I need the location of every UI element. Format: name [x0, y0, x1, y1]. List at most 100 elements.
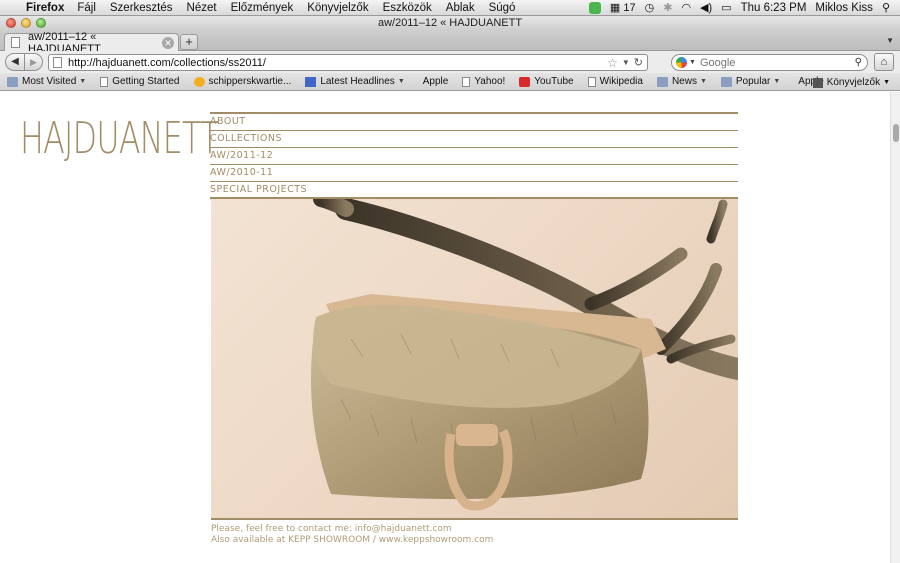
volume-icon[interactable]: ◀) [700, 1, 712, 14]
menu-app-name[interactable]: Firefox [26, 2, 64, 14]
chevron-down-icon: ▼ [397, 78, 405, 85]
menu-tools[interactable]: Eszközök [383, 2, 432, 14]
vertical-scrollbar[interactable] [890, 92, 900, 563]
back-button[interactable]: ◀ [5, 53, 25, 71]
menu-help[interactable]: Súgó [489, 2, 516, 14]
youtube-icon [519, 76, 531, 87]
bluetooth-icon[interactable]: ✱ [663, 1, 672, 14]
wifi-icon[interactable]: ◠ [681, 1, 691, 14]
page-icon [100, 76, 109, 87]
close-window-button[interactable] [6, 18, 16, 28]
menu-file[interactable]: Fájl [77, 2, 96, 14]
collection-photo [211, 199, 738, 520]
site-navigation: ABOUT COLLECTIONS AW/2011-12 AW/2010-11 … [210, 112, 738, 199]
bookmark-label: Popular [735, 76, 771, 87]
bookmark-most-visited[interactable]: Most Visited ▼ [7, 76, 86, 87]
menu-bookmarks[interactable]: Könyvjelzők [307, 2, 368, 14]
url-history-dropdown-icon[interactable]: ▼ [622, 58, 630, 67]
fur-bag-with-antler-illustration [311, 199, 738, 511]
bookmark-label: Getting Started [112, 76, 180, 87]
bookmark-schipperskwartier[interactable]: schipperskwartie... [193, 76, 291, 87]
search-engine-dropdown-icon[interactable]: ▼ [689, 59, 696, 66]
page-icon [462, 76, 471, 87]
calendar-status-icon[interactable]: ▦ 17 [610, 1, 636, 14]
calendar-date: 17 [623, 2, 636, 14]
contact-line-email[interactable]: Please, feel free to contact me: info@ha… [211, 524, 493, 535]
bookmark-news[interactable]: News ▼ [656, 76, 707, 87]
chevron-down-icon: ▼ [699, 78, 707, 85]
bookmark-wikipedia[interactable]: Wikipedia [587, 76, 643, 87]
contact-footer: Please, feel free to contact me: info@ha… [211, 524, 493, 546]
menu-window[interactable]: Ablak [446, 2, 475, 14]
bookmark-getting-started[interactable]: Getting Started [100, 76, 180, 87]
url-text[interactable]: http://hajduanett.com/collections/ss2011… [68, 57, 607, 69]
page-icon [587, 76, 596, 87]
battery-icon[interactable]: ▭ [721, 1, 731, 14]
bookmark-label: Wikipedia [599, 76, 643, 87]
chevron-down-icon: ▼ [773, 78, 781, 85]
search-bar[interactable]: ▼ ⚲ [671, 54, 868, 71]
bookmark-latest-headlines[interactable]: Latest Headlines ▼ [305, 76, 405, 87]
bookmark-popular[interactable]: Popular ▼ [720, 76, 781, 87]
bookmark-apple[interactable]: Apple [419, 76, 449, 87]
bookmarks-menu-label: Könyvjelzők [826, 77, 881, 88]
menu-clock[interactable]: Thu 6:23 PM [741, 2, 807, 14]
home-button[interactable]: ⌂ [874, 53, 894, 71]
bookmarks-toolbar: Most Visited ▼ Getting Started schippers… [0, 73, 900, 91]
bookmark-label: Apple [422, 76, 449, 87]
google-engine-icon[interactable] [676, 57, 687, 68]
contact-line-showroom[interactable]: Also available at KEPP SHOWROOM / www.ke… [211, 535, 493, 546]
window-title: aw/2011–12 « HAJDUANETT [377, 17, 523, 29]
folder-icon [656, 76, 668, 87]
new-tab-button[interactable]: + [180, 34, 198, 50]
mac-menu-bar: Firefox Fájl Szerkesztés Nézet Előzménye… [0, 0, 900, 16]
nav-link-collections[interactable]: COLLECTIONS [210, 131, 738, 148]
bookmark-label: Latest Headlines [320, 76, 395, 87]
bookmark-yahoo[interactable]: Yahoo! [462, 76, 505, 87]
menu-user[interactable]: Miklos Kiss [815, 2, 873, 14]
menu-history[interactable]: Előzmények [231, 2, 294, 14]
menu-view[interactable]: Nézet [187, 2, 217, 14]
reload-icon[interactable]: ↻ [634, 56, 643, 69]
window-title-bar: aw/2011–12 « HAJDUANETT [0, 16, 900, 30]
site-identity-icon[interactable] [53, 57, 62, 68]
bookmark-youtube[interactable]: YouTube [519, 76, 574, 87]
bookmarks-menu-button[interactable]: Könyvjelzők ▼ [812, 77, 890, 88]
folder-icon [7, 76, 18, 87]
search-icon[interactable]: ⚲ [855, 57, 862, 68]
leather-clasp [456, 424, 498, 446]
minimize-window-button[interactable] [21, 18, 31, 28]
nav-link-about[interactable]: ABOUT [210, 114, 738, 131]
nav-link-aw-2010-11[interactable]: AW/2010-11 [210, 165, 738, 182]
page-icon [11, 37, 20, 48]
favicon-icon [193, 76, 205, 87]
chevron-down-icon: ▼ [883, 79, 890, 86]
menu-edit[interactable]: Szerkesztés [110, 2, 173, 14]
tab-active[interactable]: aw/2011–12 « HAJDUANETT ✕ [4, 31, 179, 55]
bookmark-label: YouTube [534, 76, 574, 87]
url-bar[interactable]: http://hajduanett.com/collections/ss2011… [48, 54, 648, 71]
page-viewport: HAJDUANETT ABOUT COLLECTIONS AW/2011-12 … [0, 92, 890, 563]
list-all-tabs-icon[interactable]: ▼ [886, 36, 894, 45]
navigation-toolbar: ◀ ▶ http://hajduanett.com/collections/ss… [0, 51, 900, 73]
search-input[interactable] [699, 56, 855, 69]
back-forward-group: ◀ ▶ [5, 53, 43, 71]
bookmark-star-icon[interactable]: ☆ [607, 56, 618, 70]
forward-button[interactable]: ▶ [25, 53, 43, 71]
close-tab-icon[interactable]: ✕ [162, 36, 174, 49]
folder-icon [720, 76, 732, 87]
bookmark-label: Yahoo! [474, 76, 506, 87]
spotlight-icon[interactable]: ⚲ [882, 1, 890, 14]
scrollbar-thumb[interactable] [893, 124, 899, 142]
rss-feed-icon [305, 76, 317, 87]
chevron-down-icon: ▼ [79, 78, 87, 85]
nav-link-special-projects[interactable]: SPECIAL PROJECTS [210, 182, 738, 199]
time-machine-icon[interactable]: ◷ [645, 1, 655, 14]
window-controls [6, 18, 46, 28]
evernote-status-icon[interactable] [588, 1, 601, 14]
zoom-window-button[interactable] [36, 18, 46, 28]
bookmark-label: Most Visited [22, 76, 77, 87]
nav-link-aw-2011-12[interactable]: AW/2011-12 [210, 148, 738, 165]
site-logo[interactable]: HAJDUANETT [20, 112, 219, 166]
bookmark-label: News [671, 76, 697, 87]
